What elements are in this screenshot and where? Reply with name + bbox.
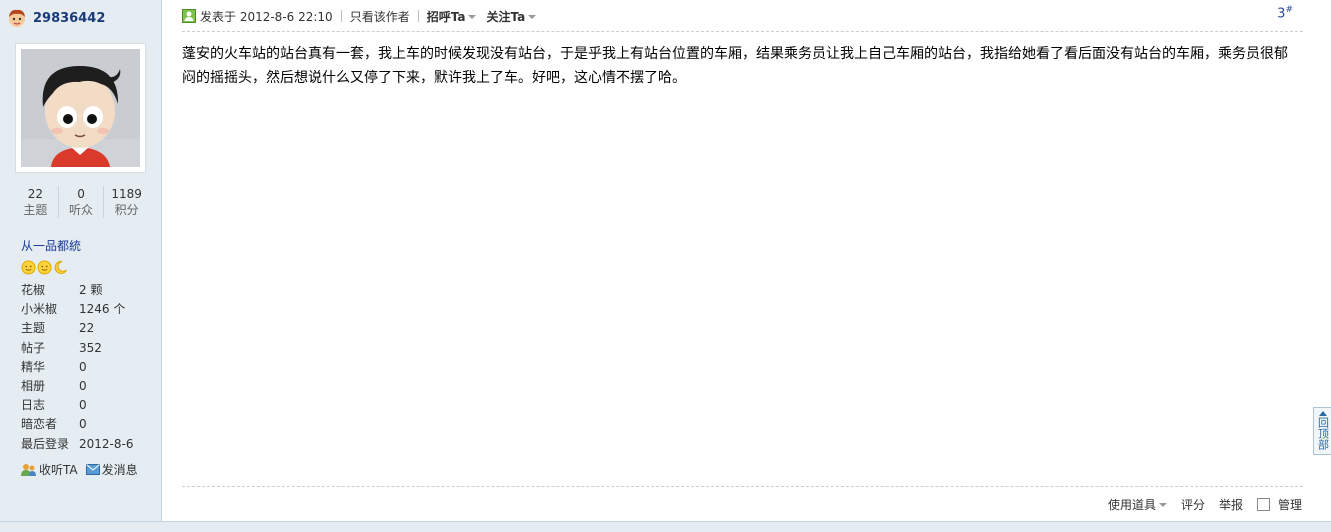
avatar-image [21, 49, 140, 167]
post-meta: 发表于 2012-8-6 22:10 只看该作者 招呼Ta 关注Ta 3# [182, 5, 1303, 27]
info-row: 花椒 2 颗 [21, 281, 161, 300]
report-link[interactable]: 举报 [1219, 496, 1243, 513]
info-value: 352 [79, 340, 102, 355]
only-author-link[interactable]: 只看该作者 [350, 8, 410, 25]
info-key: 暗恋者 [21, 417, 58, 432]
info-row: 相册 0 [21, 377, 161, 396]
info-row: 日志 0 [21, 396, 161, 415]
info-row: 精华 0 [21, 358, 161, 377]
follow-menu[interactable]: 关注Ta [486, 8, 537, 25]
info-row: 暗恋者 0 [21, 415, 161, 434]
use-tools-label: 使用道具 [1107, 497, 1156, 512]
use-tools-menu[interactable]: 使用道具 [1108, 496, 1167, 513]
stat-points[interactable]: 1189 积分 [104, 186, 149, 218]
sun-icon [21, 260, 36, 275]
users-icon [21, 463, 36, 476]
stat-topics-value: 22 [27, 187, 43, 201]
floor-number[interactable]: 3# [1277, 5, 1293, 21]
author-info: 花椒 2 颗 小米椒 1246 个 主题 22 帖子 352 精华 0 相册 0 日志 0 暗… [21, 281, 161, 454]
manage-checkbox[interactable] [1256, 497, 1270, 511]
send-message-button[interactable]: 发消息 [85, 461, 138, 478]
info-key: 主题 [21, 321, 46, 336]
back-to-top-button[interactable]: 回顶部 [1313, 407, 1331, 455]
sun-icon [37, 260, 52, 275]
greet-menu[interactable]: 招呼Ta [427, 8, 477, 25]
stat-points-value: 1189 [111, 187, 142, 201]
chevron-down-icon [528, 15, 537, 19]
post-footer: 使用道具 评分 举报 管理 [1108, 494, 1302, 514]
info-key: 帖子 [21, 340, 46, 355]
info-key: 日志 [21, 398, 46, 413]
info-key: 相册 [21, 378, 46, 393]
author-sidebar: 29836442 22 主题 0 听众 1189 积分 从一品都統 花椒 2 颗… [0, 0, 162, 532]
follow-user-button[interactable]: 收听TA [21, 461, 78, 478]
manage-control: 管理 [1256, 496, 1302, 513]
info-value: 22 [79, 321, 95, 336]
stat-listeners-value: 0 [77, 187, 85, 201]
user-icon [9, 9, 25, 27]
divider [182, 31, 1303, 32]
info-value: 0 [79, 359, 87, 374]
medal-list [21, 260, 68, 275]
info-value: 1246 个 [79, 302, 126, 317]
info-value: 2 颗 [79, 283, 103, 297]
rate-link[interactable]: 评分 [1181, 496, 1205, 513]
divider [182, 486, 1303, 487]
follow-user-label: 收听TA [39, 463, 78, 477]
author-header: 29836442 [6, 4, 105, 32]
info-value: 0 [79, 378, 87, 393]
divider [340, 10, 342, 22]
moon-icon [54, 260, 67, 274]
greet-label: 招呼Ta [426, 9, 466, 24]
info-row: 小米椒 1246 个 [21, 300, 161, 319]
arrow-up-icon [1318, 411, 1327, 416]
stat-listeners[interactable]: 0 听众 [59, 186, 105, 218]
info-row: 最后登录 2012-8-6 [21, 435, 161, 454]
info-value: 0 [79, 398, 87, 413]
info-row: 帖子 352 [21, 339, 161, 358]
info-value: 2012-8-6 [79, 436, 134, 451]
info-key: 精华 [21, 359, 46, 374]
stat-points-label: 积分 [114, 203, 139, 217]
author-name[interactable]: 29836442 [33, 11, 105, 26]
follow-label: 关注Ta [486, 9, 526, 24]
manage-label: 管理 [1277, 497, 1302, 512]
stat-topics[interactable]: 22 主题 [13, 186, 59, 218]
online-status-icon [182, 9, 196, 23]
envelope-icon [85, 464, 100, 475]
stat-topics-label: 主题 [23, 203, 48, 217]
back-to-top-label: 回顶部 [1316, 417, 1330, 450]
send-message-label: 发消息 [101, 463, 138, 477]
info-key: 最后登录 [21, 436, 70, 451]
avatar[interactable] [15, 43, 146, 173]
chevron-down-icon [468, 15, 477, 19]
info-key: 花椒 [21, 283, 46, 297]
info-row: 主题 22 [21, 319, 161, 338]
info-value: 0 [79, 417, 87, 432]
floor-mark: # [1285, 5, 1293, 15]
divider [417, 10, 419, 22]
chevron-down-icon [1158, 503, 1167, 507]
author-actions: 收听TA 发消息 [21, 461, 138, 478]
post-main: 发表于 2012-8-6 22:10 只看该作者 招呼Ta 关注Ta 3# 蓬安… [162, 0, 1312, 532]
post-content: 蓬安的火车站的站台真有一套，我上车的时候发现没有站台，于是乎我上有站台位置的车厢… [182, 46, 1288, 86]
info-key: 小米椒 [21, 302, 58, 317]
user-group[interactable]: 从一品都統 [21, 237, 81, 254]
stat-listeners-label: 听众 [69, 203, 94, 217]
post-time: 发表于 2012-8-6 22:10 [200, 9, 333, 24]
author-stats: 22 主题 0 听众 1189 积分 [13, 186, 149, 218]
bottom-bar [0, 521, 1331, 532]
